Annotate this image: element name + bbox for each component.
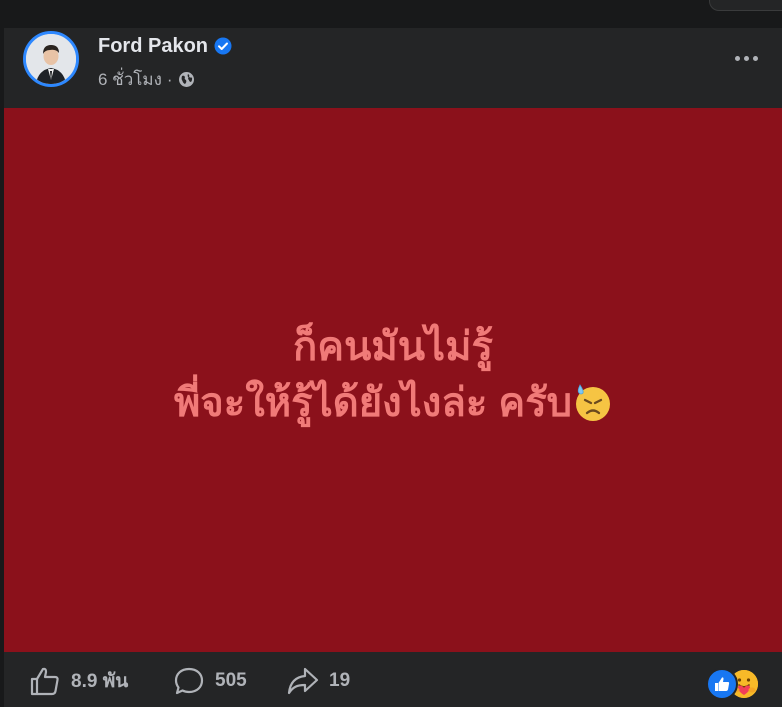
comment-button[interactable]: 505 [173,666,247,696]
comment-icon [174,667,204,695]
like-count: 8.9 พัน [71,671,129,692]
top-bar [0,0,782,28]
post-image[interactable]: ก็คนมันไม่รู้ พี่จะให้รู้ได้ยังไงล่ะ ครั… [4,108,782,652]
reaction-summary[interactable] [706,668,764,700]
post-header: Ford Pakon 6 ชั่วโมง · [4,28,782,108]
more-dot [734,55,740,61]
post-footer: 8.9 พัน 505 19 [4,652,782,707]
comment-count: 505 [215,670,247,691]
share-button[interactable]: 19 [287,666,350,696]
verified-badge-icon [214,37,232,55]
post-card: Ford Pakon 6 ชั่วโมง · ก็คนมันไม่รู้ พี่… [4,28,782,707]
more-options-button[interactable] [728,44,764,72]
search-box-edge[interactable] [709,0,782,11]
post-text-line-1: ก็คนมันไม่รู้ [293,325,493,369]
post-meta: 6 ชั่วโมง · [98,66,195,93]
like-reaction-icon [706,668,738,700]
like-button[interactable]: 8.9 พัน [29,666,128,696]
more-dot [743,55,749,61]
meta-separator: · [166,69,173,89]
post-text: ก็คนมันไม่รู้ พี่จะให้รู้ได้ยังไงล่ะ ครั… [174,319,612,431]
author-name[interactable]: Ford Pakon [98,35,208,58]
post-time[interactable]: 6 ชั่วโมง [98,66,162,93]
share-icon [287,667,319,695]
downcast-face-with-sweat-emoji [572,381,612,421]
post-text-line-2: พี่จะให้รู้ได้ยังไงล่ะ ครับ [174,375,612,431]
thumbs-up-icon [30,667,59,696]
globe-icon[interactable] [178,71,195,88]
share-count: 19 [329,670,351,691]
post-text-line-2-text: พี่จะให้รู้ได้ยังไงล่ะ ครับ [173,381,573,425]
more-dot [752,55,758,61]
author-row: Ford Pakon [98,34,232,58]
author-avatar[interactable] [23,31,79,87]
